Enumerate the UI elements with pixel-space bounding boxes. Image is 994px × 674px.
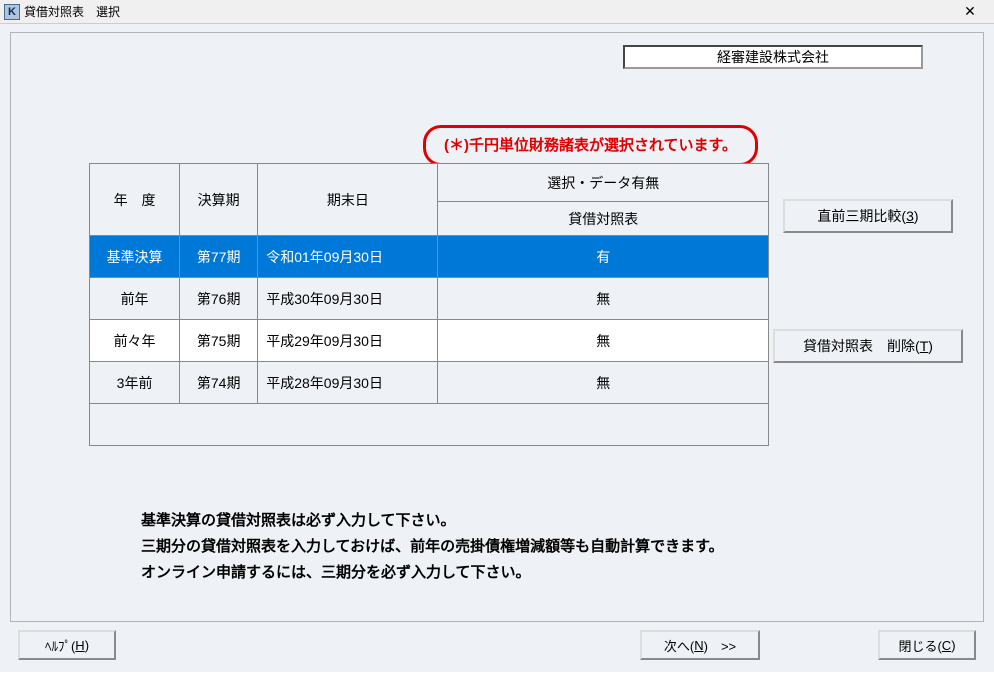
compare-3-periods-button[interactable]: 直前三期比較(3) [783, 199, 953, 233]
table-row[interactable]: 前々年第75期平成29年09月30日無 [90, 320, 769, 362]
cell-status: 有 [438, 236, 769, 278]
window-content: 経審建設株式会社 (＊)千円単位財務諸表が選択されています。 年 度 決算期 期… [0, 24, 994, 672]
table-row[interactable]: 基準決算第77期令和01年09月30日有 [90, 236, 769, 278]
close-icon[interactable]: ✕ [950, 3, 990, 20]
instruction-line-2: 三期分の貸借対照表を入力しておけば、前年の売掛債権増減額等も自動計算できます。 [141, 534, 724, 560]
cell-year: 3年前 [90, 362, 180, 404]
cell-end_date: 平成30年09月30日 [258, 278, 438, 320]
cell-status: 無 [438, 278, 769, 320]
cell-year: 基準決算 [90, 236, 180, 278]
next-button[interactable]: 次へ(N) >> [640, 630, 760, 660]
app-icon: K [4, 4, 20, 20]
bottom-button-bar: ﾍﾙﾌﾟ(H) 次へ(N) >> 閉じる(C) [10, 628, 984, 662]
header-term: 決算期 [180, 164, 258, 236]
cell-term: 第77期 [180, 236, 258, 278]
delete-balance-sheet-button[interactable]: 貸借対照表 削除(T) [773, 329, 963, 363]
help-button[interactable]: ﾍﾙﾌﾟ(H) [18, 630, 116, 660]
instruction-line-1: 基準決算の貸借対照表は必ず入力して下さい。 [141, 508, 724, 534]
main-panel: 経審建設株式会社 (＊)千円単位財務諸表が選択されています。 年 度 決算期 期… [10, 32, 984, 622]
header-select-group: 選択・データ有無 [438, 164, 769, 202]
cell-year: 前年 [90, 278, 180, 320]
cell-end_date: 平成28年09月30日 [258, 362, 438, 404]
period-table: 年 度 決算期 期末日 選択・データ有無 貸借対照表 基準決算第77期令和01年… [89, 163, 769, 446]
header-year: 年 度 [90, 164, 180, 236]
unit-notice: (＊)千円単位財務諸表が選択されています。 [423, 125, 758, 166]
cell-term: 第75期 [180, 320, 258, 362]
cell-term: 第74期 [180, 362, 258, 404]
title-bar: K 貸借対照表 選択 ✕ [0, 0, 994, 24]
period-table-body: 基準決算第77期令和01年09月30日有前年第76期平成30年09月30日無前々… [90, 236, 769, 446]
cell-end_date: 令和01年09月30日 [258, 236, 438, 278]
instruction-line-3: オンライン申請するには、三期分を必ず入力して下さい。 [141, 560, 724, 586]
table-row[interactable]: 前年第76期平成30年09月30日無 [90, 278, 769, 320]
company-name-field: 経審建設株式会社 [623, 45, 923, 69]
header-balance-sheet: 貸借対照表 [438, 202, 769, 236]
header-end-date: 期末日 [258, 164, 438, 236]
cell-end_date: 平成29年09月30日 [258, 320, 438, 362]
cell-status: 無 [438, 320, 769, 362]
cell-year: 前々年 [90, 320, 180, 362]
instructions: 基準決算の貸借対照表は必ず入力して下さい。 三期分の貸借対照表を入力しておけば、… [141, 508, 724, 586]
close-button[interactable]: 閉じる(C) [878, 630, 976, 660]
window-title: 貸借対照表 選択 [24, 3, 950, 20]
cell-status: 無 [438, 362, 769, 404]
table-filler-row [90, 404, 769, 446]
table-row[interactable]: 3年前第74期平成28年09月30日無 [90, 362, 769, 404]
cell-term: 第76期 [180, 278, 258, 320]
